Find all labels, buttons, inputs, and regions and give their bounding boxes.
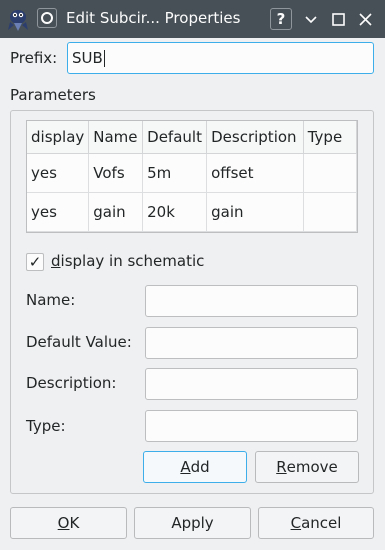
name-input[interactable]	[145, 285, 358, 317]
cell-name[interactable]: Vofs	[88, 153, 144, 193]
cell-default[interactable]: 5m	[142, 153, 208, 193]
cell-name[interactable]: gain	[88, 192, 144, 232]
table-header-row: display Name Default Description Type	[27, 121, 357, 154]
ok-button[interactable]: OK	[10, 507, 127, 539]
minimize-icon	[305, 16, 317, 24]
name-label: Name:	[26, 291, 76, 309]
description-label: Description:	[26, 374, 117, 392]
help-button[interactable]: ?	[270, 8, 292, 30]
default-value-label: Default Value:	[26, 333, 132, 351]
table-row[interactable]: yes gain 20k gain	[27, 192, 357, 232]
close-icon	[358, 12, 372, 26]
window-title: Edit Subcir... Properties	[66, 9, 241, 27]
cell-type[interactable]	[303, 153, 357, 193]
title-bar[interactable]: Edit Subcir... Properties ?	[0, 0, 385, 38]
pin-icon	[41, 12, 53, 24]
prefix-label: Prefix:	[10, 49, 58, 67]
maximize-button[interactable]	[327, 8, 349, 30]
cell-description[interactable]: gain	[206, 192, 304, 232]
description-input[interactable]	[145, 368, 358, 400]
checkmark-icon: ✓	[28, 252, 42, 271]
cell-display[interactable]: yes	[27, 192, 90, 232]
type-label: Type:	[26, 417, 66, 435]
parameters-group-title: Parameters	[10, 86, 96, 104]
cancel-button[interactable]: Cancel	[258, 507, 374, 539]
column-header-description[interactable]: Description	[206, 121, 304, 154]
add-button[interactable]: Add	[143, 451, 247, 483]
display-in-schematic-checkbox[interactable]: ✓	[26, 253, 44, 271]
app-icon	[8, 10, 28, 31]
column-header-type[interactable]: Type	[303, 121, 357, 154]
cell-description[interactable]: offset	[206, 153, 304, 193]
column-header-display[interactable]: display	[27, 121, 90, 154]
minimize-button[interactable]	[300, 8, 322, 30]
keep-above-button[interactable]	[37, 8, 57, 28]
cell-display[interactable]: yes	[27, 153, 90, 193]
prefix-value: SUB	[72, 49, 105, 67]
cell-type[interactable]	[303, 192, 357, 232]
maximize-icon	[331, 12, 345, 26]
apply-button[interactable]: Apply	[134, 507, 251, 539]
remove-button[interactable]: Remove	[255, 451, 359, 483]
column-header-default[interactable]: Default	[142, 121, 208, 154]
default-value-input[interactable]	[145, 327, 358, 359]
parameters-table[interactable]: display Name Default Description Type ye…	[26, 120, 358, 233]
table-row[interactable]: yes Vofs 5m offset	[27, 153, 357, 193]
close-button[interactable]	[354, 8, 376, 30]
display-in-schematic-label[interactable]: display in schematic	[51, 252, 204, 270]
cell-default[interactable]: 20k	[142, 192, 208, 232]
column-header-name[interactable]: Name	[88, 121, 144, 154]
prefix-input[interactable]: SUB	[67, 42, 374, 74]
type-input[interactable]	[145, 410, 358, 442]
